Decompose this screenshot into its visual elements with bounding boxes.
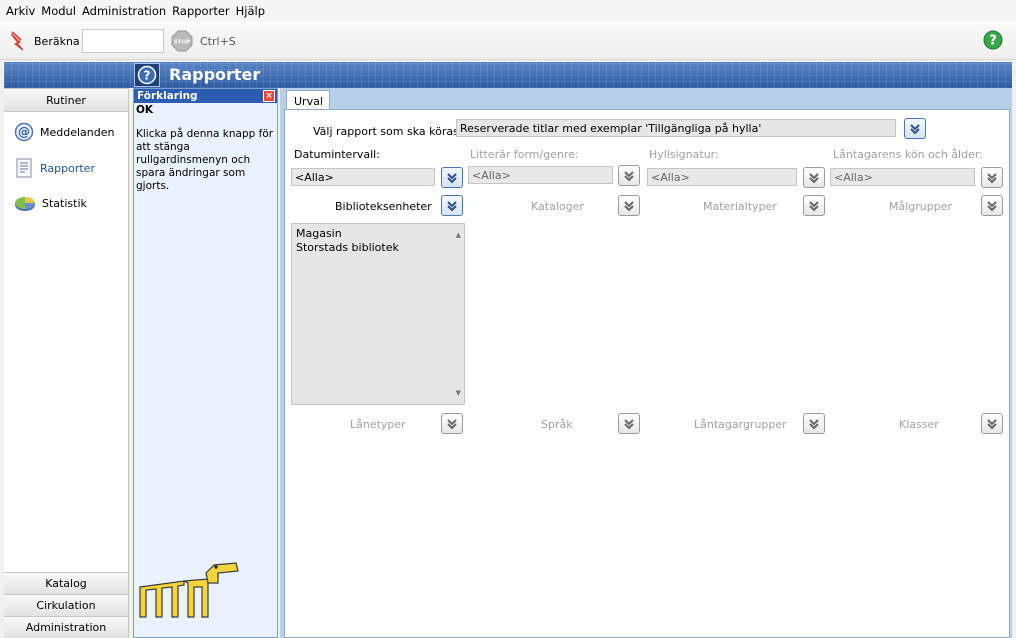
report-label: Välj rapport som ska köras: (313, 125, 463, 138)
chevron-double-down-icon (809, 200, 819, 211)
material-types-label: Materialtyper (703, 200, 777, 213)
main-area: Urval Välj rapport som ska köras: Reserv… (280, 88, 1012, 638)
page-title: Rapporter (169, 65, 261, 84)
banner-help-button[interactable]: ? (134, 63, 160, 87)
menu-bar: Arkiv Modul Administration Rapporter Hjä… (0, 0, 1016, 22)
list-item[interactable]: Storstads bibliotek (296, 241, 460, 255)
scroll-down-icon[interactable]: ▼ (456, 386, 461, 400)
chevron-double-down-icon (447, 418, 457, 429)
literary-form-dropdown-button[interactable] (618, 165, 640, 186)
loan-types-dropdown-button[interactable] (441, 413, 463, 434)
languages-dropdown-button[interactable] (618, 413, 640, 434)
explanation-header: Förklaring × (134, 89, 277, 103)
calculate-label[interactable]: Beräkna (34, 35, 80, 48)
catalogs-dropdown-button[interactable] (618, 195, 640, 216)
pie-chart-icon (15, 197, 35, 211)
literary-form-select[interactable]: <Alla> (468, 166, 613, 184)
menu-rapporter[interactable]: Rapporter (172, 4, 229, 18)
loan-types-label: Lånetyper (350, 418, 406, 431)
chevron-double-down-icon (624, 200, 634, 211)
chevron-double-down-icon (809, 172, 819, 183)
explanation-text: Klicka på denna knapp för att stänga rul… (136, 128, 274, 192)
calculate-icon[interactable] (9, 30, 31, 52)
report-dropdown-button[interactable] (904, 118, 926, 139)
explanation-title: Förklaring (137, 90, 198, 102)
date-range-dropdown-button[interactable] (441, 167, 463, 188)
explanation-panel: Förklaring × OK Klicka på denna knapp fö… (133, 88, 278, 638)
selection-form: Välj rapport som ska köras: Reserverade … (284, 109, 1010, 638)
module-banner: ? Rapporter (4, 62, 1012, 88)
nav-item-statistik[interactable]: Statistik (14, 193, 87, 213)
chevron-double-down-icon (910, 123, 920, 134)
nav-item-label: Statistik (42, 196, 87, 210)
report-icon (16, 158, 32, 178)
stop-shortcut-label: Ctrl+S (200, 35, 236, 48)
classes-dropdown-button[interactable] (981, 413, 1003, 434)
calculate-input[interactable] (82, 29, 164, 53)
close-icon[interactable]: × (263, 90, 275, 102)
chevron-double-down-icon (447, 172, 457, 183)
library-units-list[interactable]: Magasin Storstads bibliotek ▲ ▼ (291, 223, 465, 405)
borrower-groups-label: Låntagargrupper (694, 418, 787, 431)
menu-arkiv[interactable]: Arkiv (6, 4, 35, 18)
svg-text:?: ? (144, 69, 151, 83)
menu-administration[interactable]: Administration (82, 4, 166, 18)
library-units-label: Biblioteksenheter (335, 200, 432, 213)
menu-modul[interactable]: Modul (41, 4, 76, 18)
languages-label: Språk (541, 418, 573, 431)
date-range-label: Datumintervall: (294, 148, 380, 161)
scroll-up-icon[interactable]: ▲ (456, 228, 461, 242)
svg-text:@: @ (18, 125, 30, 139)
shelf-mark-dropdown-button[interactable] (803, 167, 825, 188)
shelf-mark-select[interactable]: <Alla> (647, 168, 797, 186)
library-units-dropdown-button[interactable] (441, 195, 463, 216)
nav-item-label: Rapporter (40, 161, 95, 175)
at-icon: @ (14, 122, 34, 142)
literary-form-label: Litterär form/genre: (470, 148, 579, 161)
svg-text:?: ? (989, 34, 997, 49)
library-logo (139, 562, 239, 618)
stop-icon[interactable]: STOP (171, 30, 193, 52)
borrower-groups-dropdown-button[interactable] (803, 413, 825, 434)
nav-section-cirkulation[interactable]: Cirkulation (4, 594, 128, 616)
nav-section-katalog[interactable]: Katalog (4, 572, 128, 594)
nav-item-label: Meddelanden (40, 125, 115, 139)
nav-header-rutiner[interactable]: Rutiner (4, 88, 128, 112)
chevron-double-down-icon (987, 172, 997, 183)
report-select[interactable]: Reserverade titlar med exemplar 'Tillgän… (456, 119, 896, 137)
target-groups-dropdown-button[interactable] (981, 195, 1003, 216)
chevron-double-down-icon (624, 418, 634, 429)
menu-hjalp[interactable]: Hjälp (236, 4, 265, 18)
nav-section-administration[interactable]: Administration (4, 616, 128, 638)
classes-label: Klasser (899, 418, 939, 431)
chevron-double-down-icon (809, 418, 819, 429)
list-item[interactable]: Magasin (296, 227, 460, 241)
nav-item-meddelanden[interactable]: @ Meddelanden (14, 122, 114, 142)
chevron-double-down-icon (624, 170, 634, 181)
catalogs-label: Kataloger (531, 200, 584, 213)
borrower-gender-age-dropdown-button[interactable] (981, 167, 1003, 188)
help-icon[interactable]: ? (983, 30, 1003, 50)
borrower-gender-age-select[interactable]: <Alla> (830, 168, 975, 186)
date-range-select[interactable]: <Alla> (291, 168, 435, 186)
shelf-mark-label: Hyllsignatur: (649, 148, 719, 161)
chevron-double-down-icon (987, 418, 997, 429)
toolbar: Beräkna STOP Ctrl+S ? (0, 22, 1016, 60)
question-icon: ? (137, 65, 157, 85)
target-groups-label: Målgrupper (889, 200, 953, 213)
borrower-gender-age-label: Låntagarens kön och ålder: (833, 148, 983, 161)
nav-item-rapporter[interactable]: Rapporter (14, 158, 95, 178)
material-types-dropdown-button[interactable] (803, 195, 825, 216)
left-navigation: Rutiner @ Meddelanden Rapporter Statisti… (4, 88, 129, 638)
explanation-ok: OK (136, 104, 154, 116)
tab-urval[interactable]: Urval (286, 90, 330, 110)
svg-text:STOP: STOP (174, 40, 190, 46)
chevron-double-down-icon (987, 200, 997, 211)
chevron-double-down-icon (447, 200, 457, 211)
